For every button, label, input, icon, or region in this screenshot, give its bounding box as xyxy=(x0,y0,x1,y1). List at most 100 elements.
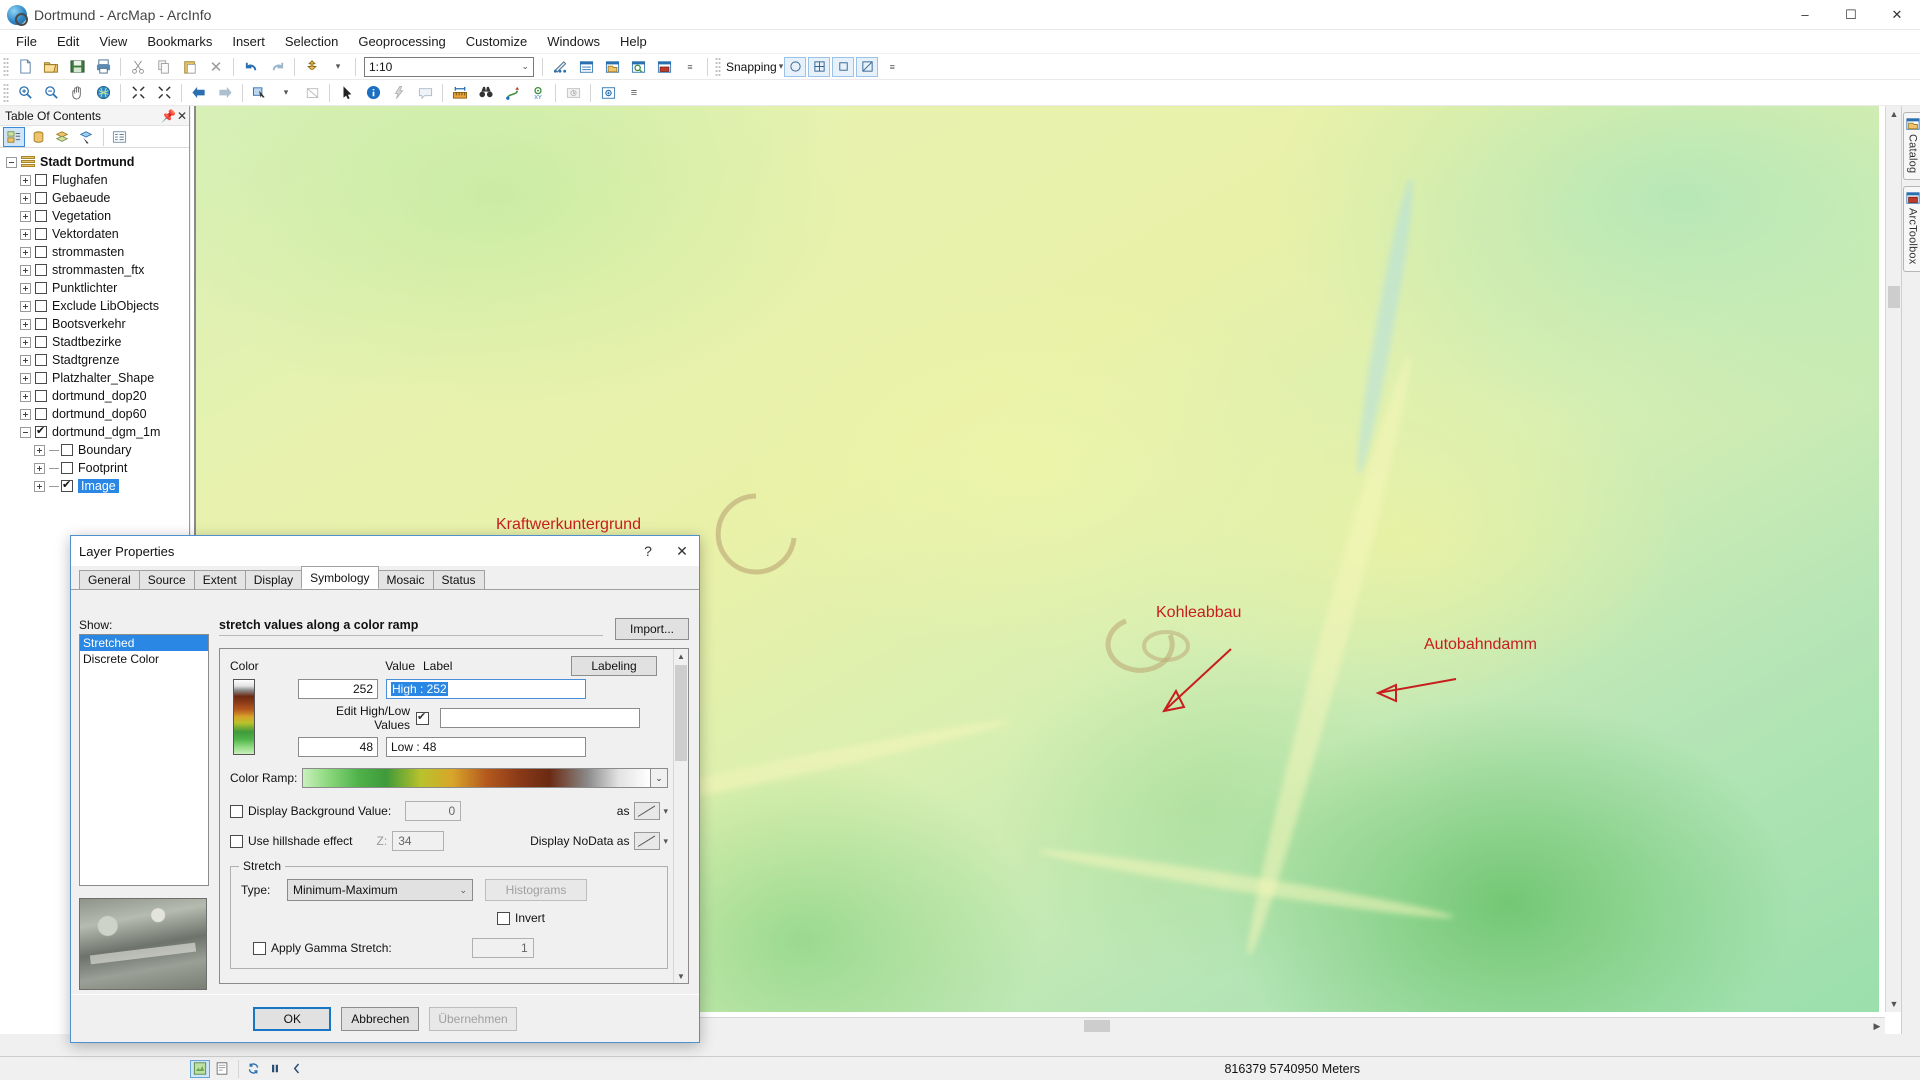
sidebar-item-stadtgrenze[interactable]: Stadtgrenze xyxy=(0,351,189,369)
undo-arrow-icon[interactable] xyxy=(239,56,263,78)
edge-snapping-icon[interactable] xyxy=(832,56,855,77)
zoom-out-icon[interactable] xyxy=(39,82,63,104)
snapping-menu-label[interactable]: Snapping xyxy=(724,60,779,74)
close-button[interactable]: ✕ xyxy=(1874,0,1920,30)
close-icon[interactable]: ✕ xyxy=(175,109,189,123)
expand-icon[interactable] xyxy=(20,390,31,402)
collapse-icon[interactable] xyxy=(6,156,17,168)
sidebar-item-strommasten[interactable]: strommasten xyxy=(0,243,189,261)
layer-visibility-checkbox[interactable] xyxy=(35,246,47,258)
snapping-dropdown-icon[interactable]: ▾ xyxy=(779,61,784,72)
menu-bookmarks[interactable]: Bookmarks xyxy=(137,31,222,52)
expand-icon[interactable] xyxy=(20,300,31,312)
dock-tab-catalog[interactable]: Catalog xyxy=(1903,112,1920,181)
expand-icon[interactable] xyxy=(20,282,31,294)
expand-icon[interactable] xyxy=(20,174,31,186)
scroll-down-icon[interactable]: ▼ xyxy=(1886,996,1901,1012)
print-icon[interactable] xyxy=(91,56,115,78)
expand-icon[interactable] xyxy=(34,462,45,474)
toolbar-grip[interactable] xyxy=(715,56,721,77)
list-by-source-icon[interactable] xyxy=(27,127,49,147)
expand-icon[interactable] xyxy=(20,228,31,240)
find-route-icon[interactable] xyxy=(500,82,524,104)
save-icon[interactable] xyxy=(65,56,89,78)
add-data-icon[interactable] xyxy=(300,56,324,78)
display-background-checkbox[interactable] xyxy=(230,804,243,818)
search-window-icon[interactable] xyxy=(626,56,650,78)
find-binoculars-icon[interactable] xyxy=(474,82,498,104)
pan-hand-icon[interactable] xyxy=(65,82,89,104)
menu-file[interactable]: File xyxy=(6,31,47,52)
catalog-icon[interactable] xyxy=(600,56,624,78)
layer-visibility-checkbox[interactable] xyxy=(35,318,47,330)
identify-info-icon[interactable] xyxy=(361,82,385,104)
collapse-icon[interactable] xyxy=(20,426,31,438)
high-value-input[interactable]: 252 xyxy=(298,679,378,699)
layout-view-icon[interactable] xyxy=(212,1060,232,1078)
scroll-up-icon[interactable]: ▲ xyxy=(674,649,688,663)
toc-group-stadt-dortmund[interactable]: Stadt Dortmund xyxy=(0,153,189,171)
tab-mosaic[interactable]: Mosaic xyxy=(377,570,434,589)
end-snapping-icon[interactable] xyxy=(856,56,879,77)
sidebar-item-strommasten-ftx[interactable]: strommasten_ftx xyxy=(0,261,189,279)
dialog-title-bar[interactable]: Layer Properties ? ✕ xyxy=(71,536,699,566)
cut-scissors-icon[interactable] xyxy=(126,56,150,78)
labeling-button[interactable]: Labeling xyxy=(571,656,657,676)
high-label-input[interactable]: High : 252 xyxy=(386,679,586,699)
sidebar-item-gebaeude[interactable]: Gebaeude xyxy=(0,189,189,207)
show-list[interactable]: Stretched Discrete Color xyxy=(79,634,209,886)
point-snapping-icon[interactable] xyxy=(784,56,807,77)
tab-symbology[interactable]: Symbology xyxy=(301,566,379,589)
apply-button[interactable]: Übernehmen xyxy=(429,1006,517,1031)
sidebar-item-flughafen[interactable]: Flughafen xyxy=(0,171,189,189)
low-label-input[interactable]: Low : 48 xyxy=(386,737,586,757)
expand-icon[interactable] xyxy=(20,318,31,330)
tab-display[interactable]: Display xyxy=(244,570,303,589)
chevron-down-icon[interactable]: ⌄ xyxy=(521,61,529,72)
sidebar-item-image[interactable]: Image xyxy=(0,477,189,495)
tab-status[interactable]: Status xyxy=(432,570,485,589)
show-option-stretched[interactable]: Stretched xyxy=(80,635,208,651)
expand-icon[interactable] xyxy=(20,210,31,222)
refresh-icon[interactable] xyxy=(243,1060,263,1078)
stretch-type-select[interactable]: Minimum-Maximum ⌄ xyxy=(287,879,473,901)
sidebar-item-exclude-libobjects[interactable]: Exclude LibObjects xyxy=(0,297,189,315)
show-option-discrete-color[interactable]: Discrete Color xyxy=(80,651,208,667)
toolbar-overflow-icon[interactable]: ≡ xyxy=(622,82,646,104)
menu-view[interactable]: View xyxy=(89,31,137,52)
display-background-value-input[interactable]: 0 xyxy=(405,801,462,821)
editor-toolbar-icon[interactable] xyxy=(548,56,572,78)
minimize-button[interactable]: – xyxy=(1782,0,1828,30)
background-symbol-swatch[interactable] xyxy=(634,802,661,820)
menu-insert[interactable]: Insert xyxy=(222,31,275,52)
dock-tab-arctoolbox[interactable]: ArcToolbox xyxy=(1903,186,1920,272)
ok-button[interactable]: OK xyxy=(253,1006,332,1031)
nodata-symbol-swatch[interactable] xyxy=(634,832,661,850)
copy-icon[interactable] xyxy=(152,56,176,78)
layer-visibility-checkbox[interactable] xyxy=(35,192,47,204)
time-slider-icon[interactable] xyxy=(561,82,585,104)
tab-extent[interactable]: Extent xyxy=(193,570,246,589)
gamma-checkbox[interactable] xyxy=(253,941,266,955)
menu-windows[interactable]: Windows xyxy=(537,31,610,52)
sidebar-item-platzhalter-shape[interactable]: Platzhalter_Shape xyxy=(0,369,189,387)
menu-help[interactable]: Help xyxy=(610,31,657,52)
redo-arrow-icon[interactable] xyxy=(265,56,289,78)
expand-icon[interactable] xyxy=(20,264,31,276)
sidebar-item-bootsverkehr[interactable]: Bootsverkehr xyxy=(0,315,189,333)
sidebar-item-boundary[interactable]: Boundary xyxy=(0,441,189,459)
layer-visibility-checkbox[interactable] xyxy=(35,354,47,366)
low-value-input[interactable]: 48 xyxy=(298,737,378,757)
menu-customize[interactable]: Customize xyxy=(456,31,537,52)
symbology-vertical-scrollbar[interactable]: ▲ ▼ xyxy=(673,649,688,983)
chevron-down-icon[interactable]: ▾ xyxy=(663,806,668,817)
delete-x-icon[interactable]: ✕ xyxy=(204,56,228,78)
pin-icon[interactable]: 📌 xyxy=(161,109,176,123)
menu-selection[interactable]: Selection xyxy=(275,31,348,52)
expand-icon[interactable] xyxy=(34,480,45,492)
menu-geoprocessing[interactable]: Geoprocessing xyxy=(348,31,455,52)
select-features-icon[interactable] xyxy=(248,82,272,104)
expand-icon[interactable] xyxy=(34,444,45,456)
vertical-scroll-thumb[interactable] xyxy=(1888,286,1900,308)
layer-visibility-checkbox[interactable] xyxy=(35,390,47,402)
